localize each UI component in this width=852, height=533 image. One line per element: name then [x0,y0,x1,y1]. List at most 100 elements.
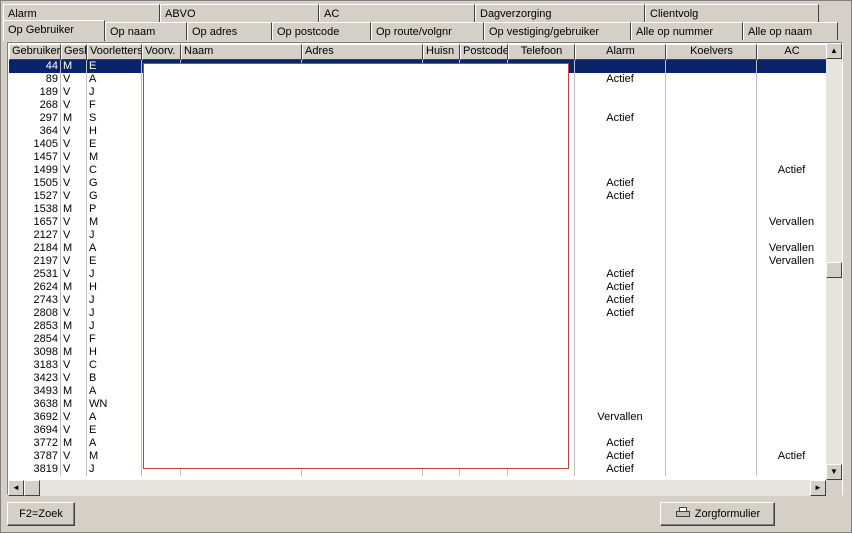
tab-abvo[interactable]: ABVO [160,4,319,22]
cell-geslacht: V [61,307,87,320]
cell-geslacht: V [61,99,87,112]
tab-op-postcode[interactable]: Op postcode [272,22,371,40]
column-header-koelvers[interactable]: Koelvers [666,44,757,60]
cell-voorletters: C [87,359,142,372]
cell-voorletters: S [87,112,142,125]
cell-geslacht: M [61,242,87,255]
cell-alarm [575,346,666,359]
cell-koelvers [666,424,757,437]
column-header-huisn[interactable]: Huisn [423,44,460,60]
care-form-button[interactable]: Zorgformulier [660,502,775,526]
cell-geslacht: V [61,411,87,424]
scrollbar-corner [826,480,842,496]
search-button[interactable]: F2=Zoek [7,502,75,526]
cell-koelvers [666,437,757,450]
cell-ac [757,346,827,359]
cell-alarm: Actief [575,294,666,307]
tab-clientvolg[interactable]: Clientvolg [645,4,819,22]
tab-op-route-volgnr[interactable]: Op route/volgnr [371,22,484,40]
column-header-gebruiker[interactable]: Gebruiker [9,44,61,60]
vertical-scroll-thumb[interactable] [826,262,842,278]
column-header-voorletters[interactable]: Voorletters [87,44,142,60]
column-header-postcode[interactable]: Postcode [460,44,508,60]
column-header-naam[interactable]: Naam [181,44,302,60]
cell-geslacht: V [61,450,87,463]
column-header-adres[interactable]: Adres [302,44,423,60]
cell-ac [757,86,827,99]
tab-op-naam[interactable]: Op naam [105,22,187,40]
cell-ac [757,151,827,164]
tab-alle-op-nummer[interactable]: Alle op nummer [631,22,743,40]
cell-gebruiker: 3493 [9,385,61,398]
column-header-voorv[interactable]: Voorv. [142,44,181,60]
cell-ac: Vervallen [757,216,827,229]
cell-voorletters: B [87,372,142,385]
tab-op-adres[interactable]: Op adres [187,22,272,40]
scroll-right-icon[interactable]: ► [810,480,826,496]
tab-op-gebruiker[interactable]: Op Gebruiker [3,20,105,41]
cell-ac [757,333,827,346]
column-header-telefoon[interactable]: Telefoon [508,44,575,60]
tab-alle-op-naam[interactable]: Alle op naam [743,22,838,40]
cell-gebruiker: 2853 [9,320,61,333]
cell-gebruiker: 297 [9,112,61,125]
grid-header: Gebruiker Gesl Voorletters Voorv. Naam Adres H… [9,44,827,60]
cell-gebruiker: 268 [9,99,61,112]
cell-ac [757,398,827,411]
cell-ac [757,359,827,372]
cell-ac [757,268,827,281]
cell-gebruiker: 3183 [9,359,61,372]
column-header-ac[interactable]: AC [757,44,827,60]
cell-koelvers [666,60,757,73]
column-header-alarm[interactable]: Alarm [575,44,666,60]
tab-dagverzorging[interactable]: Dagverzorging [475,4,645,22]
cell-voorletters: J [87,268,142,281]
tab-op-vestiging-gebruiker[interactable]: Op vestiging/gebruiker [484,22,631,40]
cell-geslacht: V [61,177,87,190]
cell-koelvers [666,359,757,372]
cell-voorletters: M [87,151,142,164]
cell-gebruiker: 2624 [9,281,61,294]
cell-gebruiker: 1538 [9,203,61,216]
cell-gebruiker: 2184 [9,242,61,255]
scroll-up-icon[interactable]: ▲ [826,43,842,59]
cell-geslacht: V [61,190,87,203]
horizontal-scroll-thumb[interactable] [24,480,40,496]
scroll-down-icon[interactable]: ▼ [826,464,842,480]
cell-koelvers [666,99,757,112]
cell-geslacht: M [61,437,87,450]
cell-geslacht: V [61,294,87,307]
cell-koelvers [666,307,757,320]
cell-voorletters: J [87,320,142,333]
cell-alarm: Actief [575,307,666,320]
cell-geslacht: V [61,216,87,229]
cell-gebruiker: 89 [9,73,61,86]
printer-icon [675,507,691,519]
cell-koelvers [666,411,757,424]
cell-voorletters: P [87,203,142,216]
vertical-scrollbar[interactable]: ▲ ▼ [826,43,842,480]
cell-gebruiker: 3787 [9,450,61,463]
cell-voorletters: E [87,138,142,151]
tab-ac[interactable]: AC [319,4,475,22]
cell-geslacht: M [61,385,87,398]
cell-alarm [575,385,666,398]
cell-gebruiker: 3694 [9,424,61,437]
column-header-gesl[interactable]: Gesl [61,44,87,60]
cell-geslacht: V [61,268,87,281]
cell-alarm [575,138,666,151]
cell-gebruiker: 1505 [9,177,61,190]
cell-alarm: Actief [575,73,666,86]
horizontal-scrollbar[interactable]: ◄ ► [8,480,826,496]
cell-ac [757,203,827,216]
cell-ac: Actief [757,450,827,463]
scroll-left-icon[interactable]: ◄ [8,480,24,496]
cell-gebruiker: 2531 [9,268,61,281]
cell-ac: Vervallen [757,255,827,268]
cell-ac [757,177,827,190]
cell-voorletters: E [87,255,142,268]
cell-voorletters: H [87,346,142,359]
cell-gebruiker: 2127 [9,229,61,242]
cell-ac [757,294,827,307]
cell-geslacht: M [61,281,87,294]
